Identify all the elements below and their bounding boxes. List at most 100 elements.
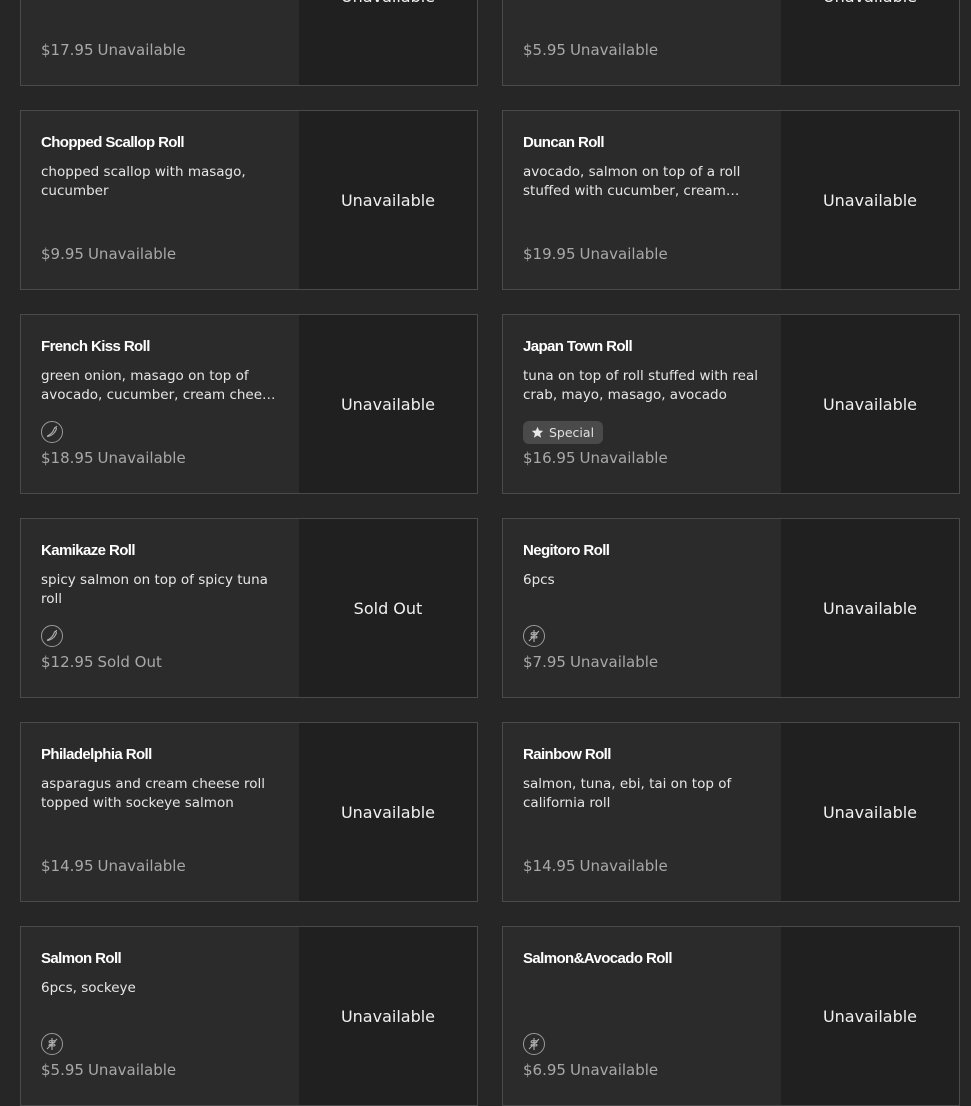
menu-item-status[interactable]: Unavailable bbox=[781, 315, 959, 493]
menu-item-price: $14.95 bbox=[523, 857, 576, 875]
menu-item-availability: Sold Out bbox=[97, 653, 162, 671]
menu-item-description: tuna on top of roll stuffed with real cr… bbox=[523, 368, 758, 403]
menu-item-name: Salmon&Avocado Roll bbox=[523, 950, 673, 967]
menu-item-availability: Unavailable bbox=[569, 1061, 659, 1079]
menu-item-price-row: $14.95 Unavailable bbox=[41, 857, 186, 875]
special-badge-label: Special bbox=[549, 425, 595, 440]
menu-item-card[interactable]: Salmon&Avocado Roll $6.95 Unavailable Una… bbox=[502, 926, 960, 1106]
menu-item-info: Philadelphia Roll asparagus and cream ch… bbox=[21, 723, 299, 901]
menu-item-status[interactable]: Unavailable bbox=[299, 927, 477, 1105]
menu-item-price-row: $14.95 Unavailable bbox=[523, 857, 668, 875]
menu-item-availability: Unavailable bbox=[579, 449, 668, 467]
menu-item-price: $7.95 bbox=[523, 653, 566, 671]
menu-item-name: Rainbow Roll bbox=[523, 746, 611, 763]
menu-item-info: $5.95 Unavailable bbox=[503, 0, 781, 85]
gluten-free-icon bbox=[523, 625, 545, 647]
menu-item-price-row: $16.95 Unavailable bbox=[523, 449, 668, 467]
menu-item-card[interactable]: Chopped Scallop Roll chopped scallop wit… bbox=[20, 110, 478, 290]
menu-item-badges bbox=[41, 625, 63, 647]
menu-item-status[interactable]: Unavailable bbox=[299, 723, 477, 901]
menu-item-price: $5.95 bbox=[523, 41, 566, 59]
menu-item-description: 6pcs bbox=[523, 572, 555, 588]
menu-item-availability: Unavailable bbox=[87, 1061, 177, 1079]
menu-item-availability: Unavailable bbox=[87, 245, 177, 263]
menu-item-status[interactable]: Unavailable bbox=[299, 315, 477, 493]
menu-item-name: Negitoro Roll bbox=[523, 542, 610, 559]
menu-item-availability: Unavailable bbox=[569, 41, 659, 59]
menu-item-card[interactable]: Negitoro Roll 6pcs $7.95 Unavailable Unav… bbox=[502, 518, 960, 698]
menu-item-description: salmon, tuna, ebi, tai on top of califor… bbox=[523, 776, 732, 811]
special-badge: Special bbox=[523, 421, 604, 444]
menu-item-status[interactable]: Unavailable bbox=[299, 0, 477, 85]
menu-item-status[interactable]: Unavailable bbox=[781, 723, 959, 901]
menu-item-description: spicy salmon on top of spicy tuna roll bbox=[41, 572, 268, 607]
menu-item-info: $17.95 Unavailable bbox=[21, 0, 299, 85]
menu-item-availability: Unavailable bbox=[569, 653, 659, 671]
menu-item-card[interactable]: French Kiss Roll green onion, masago on … bbox=[20, 314, 478, 494]
star-icon bbox=[531, 426, 544, 438]
menu-item-name: French Kiss Roll bbox=[41, 338, 150, 355]
menu-item-info: Salmon Roll 6pcs, sockeye $5.95 Unavailab… bbox=[21, 927, 299, 1105]
gluten-free-icon bbox=[523, 1033, 545, 1055]
menu-item-info: Rainbow Roll salmon, tuna, ebi, tai on t… bbox=[503, 723, 781, 901]
menu-item-badges bbox=[41, 1033, 63, 1055]
menu-item-availability: Unavailable bbox=[579, 857, 668, 875]
menu-item-name: Philadelphia Roll bbox=[41, 746, 152, 763]
menu-item-status[interactable]: Unavailable bbox=[781, 927, 959, 1105]
chili-pepper-icon bbox=[41, 625, 63, 647]
menu-item-name: Kamikaze Roll bbox=[41, 542, 136, 559]
menu-item-price-row: $19.95 Unavailable bbox=[523, 245, 668, 263]
menu-item-card[interactable]: Salmon Roll 6pcs, sockeye $5.95 Unavailab… bbox=[20, 926, 478, 1106]
chili-pepper-icon bbox=[41, 421, 63, 443]
menu-item-description: 6pcs, sockeye bbox=[41, 980, 136, 996]
menu-item-status[interactable]: Unavailable bbox=[781, 111, 959, 289]
menu-item-price-row: $6.95 Unavailable bbox=[523, 1061, 658, 1079]
menu-item-badges: Special bbox=[523, 421, 604, 444]
menu-item-price-row: $7.95 Unavailable bbox=[523, 653, 658, 671]
menu-item-availability: Unavailable bbox=[97, 857, 186, 875]
menu-item-availability: Unavailable bbox=[97, 449, 186, 467]
menu-item-price-row: $5.95 Unavailable bbox=[523, 41, 658, 59]
menu-item-price: $17.95 bbox=[41, 41, 94, 59]
menu-item-card[interactable]: $5.95Unavailable Unavailable bbox=[502, 0, 960, 86]
menu-item-price: $9.95 bbox=[41, 245, 84, 263]
menu-item-price-row: $18.95 Unavailable bbox=[41, 449, 186, 467]
menu-item-status[interactable]: Unavailable bbox=[781, 519, 959, 697]
menu-item-status[interactable]: Sold Out bbox=[299, 519, 477, 697]
menu-item-status[interactable]: Unavailable bbox=[781, 0, 959, 85]
menu-item-info: Japan Town Roll tuna on top of roll stuf… bbox=[503, 315, 781, 493]
menu-item-status[interactable]: Unavailable bbox=[299, 111, 477, 289]
menu-item-name: Japan Town Roll bbox=[523, 338, 633, 355]
menu-item-info: Negitoro Roll 6pcs $7.95 Unavailable bbox=[503, 519, 781, 697]
menu-grid: $17.95Unavailable Unavailable $5.95Unava… bbox=[20, 0, 960, 1106]
menu-item-info: Kamikaze Roll spicy salmon on top of spi… bbox=[21, 519, 299, 697]
menu-item-description: green onion, masago on top of avocado, c… bbox=[41, 368, 278, 403]
menu-item-badges bbox=[523, 1033, 545, 1055]
menu-item-name: Chopped Scallop Roll bbox=[41, 134, 185, 151]
menu-item-name: Duncan Roll bbox=[523, 134, 605, 151]
menu-item-price: $18.95 bbox=[41, 449, 94, 467]
menu-item-info: Duncan Roll avocado, salmon on top of a … bbox=[503, 111, 781, 289]
menu-item-description: chopped scallop with masago, cucumber bbox=[41, 164, 246, 199]
menu-item-card[interactable]: $17.95Unavailable Unavailable bbox=[20, 0, 478, 86]
gluten-free-icon bbox=[41, 1033, 63, 1055]
menu-item-card[interactable]: Kamikaze Roll spicy salmon on top of spi… bbox=[20, 518, 478, 698]
menu-item-availability: Unavailable bbox=[579, 245, 668, 263]
menu-item-price: $14.95 bbox=[41, 857, 94, 875]
menu-item-price-row: $5.95 Unavailable bbox=[41, 1061, 176, 1079]
menu-item-info: Salmon&Avocado Roll $6.95 Unavailable bbox=[503, 927, 781, 1105]
menu-item-price: $6.95 bbox=[523, 1061, 566, 1079]
menu-item-card[interactable]: Japan Town Roll tuna on top of roll stuf… bbox=[502, 314, 960, 494]
menu-item-price: $5.95 bbox=[41, 1061, 84, 1079]
menu-item-description: asparagus and cream cheese roll topped w… bbox=[41, 776, 266, 811]
menu-item-card[interactable]: Philadelphia Roll asparagus and cream ch… bbox=[20, 722, 478, 902]
menu-item-info: French Kiss Roll green onion, masago on … bbox=[21, 315, 299, 493]
menu-item-card[interactable]: Duncan Roll avocado, salmon on top of a … bbox=[502, 110, 960, 290]
menu-item-badges bbox=[41, 421, 63, 443]
menu-item-price: $16.95 bbox=[523, 449, 576, 467]
menu-item-info: Chopped Scallop Roll chopped scallop wit… bbox=[21, 111, 299, 289]
menu-item-price: $19.95 bbox=[523, 245, 576, 263]
menu-item-badges bbox=[523, 625, 545, 647]
menu-item-description: avocado, salmon on top of a roll stuffed… bbox=[523, 164, 741, 199]
menu-item-card[interactable]: Rainbow Roll salmon, tuna, ebi, tai on t… bbox=[502, 722, 960, 902]
